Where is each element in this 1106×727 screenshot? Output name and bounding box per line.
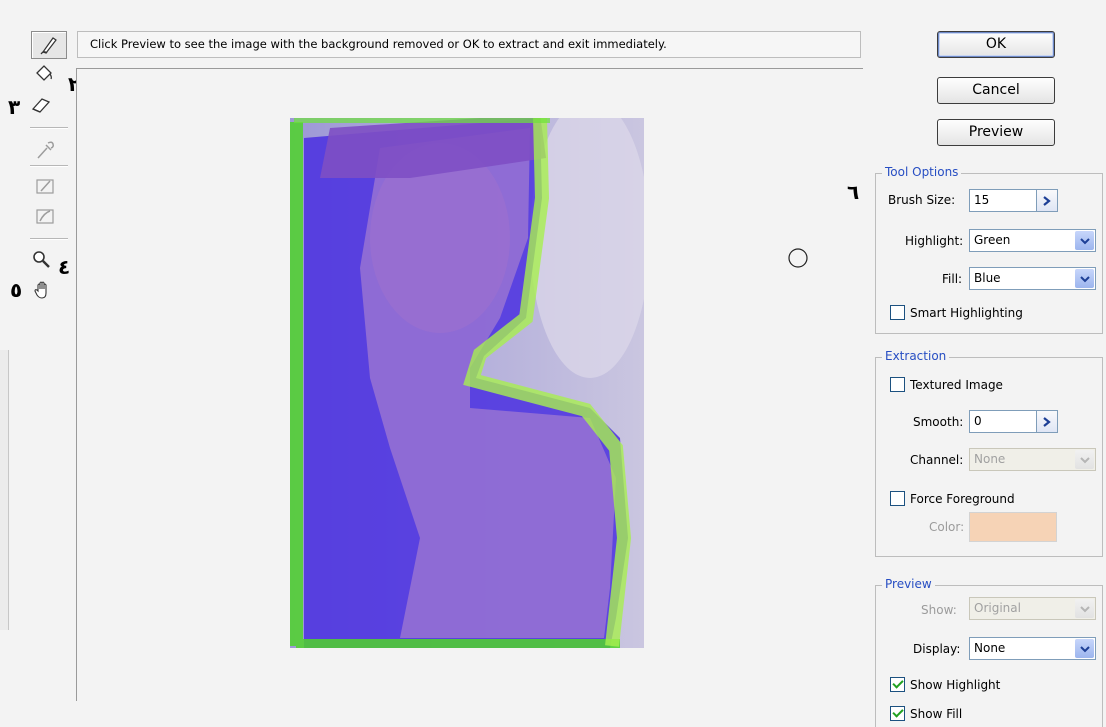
edge-touchup-icon [36,209,54,224]
chevron-right-icon [1043,416,1051,427]
cleanup-tool-icon [36,179,54,194]
chevron-down-icon [1079,456,1090,463]
left-panel-edge [0,350,9,630]
chevron-down-icon [1079,237,1090,244]
hand-icon [34,281,47,299]
chevron-down-icon [1079,605,1090,612]
brush-cursor-icon [788,248,808,268]
fill-select[interactable]: Blue [969,267,1096,290]
preview-title: Preview [882,577,935,591]
display-label: Display: [913,642,961,656]
fill-label: Fill: [942,272,963,286]
smart-highlighting-label[interactable]: Smart Highlighting [910,306,1023,320]
force-foreground-label[interactable]: Force Foreground [910,492,1015,506]
chevron-right-icon [1043,195,1051,206]
edge-highlighter-icon [40,37,57,55]
extracted-photo [290,118,644,648]
foreground-color-swatch[interactable] [969,512,1057,542]
display-select[interactable]: None [969,637,1096,660]
eraser-icon [31,98,51,113]
toolbar-divider [30,127,68,129]
highlight-select[interactable]: Green [969,229,1096,252]
show-label: Show: [921,603,957,617]
smooth-input[interactable]: 0 [969,410,1037,433]
show-select[interactable]: Original [969,597,1096,620]
show-fill-label[interactable]: Show Fill [910,707,962,721]
edge-highlighter-tool[interactable] [31,31,67,59]
zoom-tool[interactable] [24,246,58,272]
extraction-title: Extraction [882,349,950,363]
channel-dropdown-button[interactable] [1075,450,1094,469]
show-select-value: Original [974,601,1021,615]
preview-button[interactable]: Preview [937,119,1055,146]
tool-options-title: Tool Options [882,165,962,179]
textured-image-label[interactable]: Textured Image [910,378,1003,392]
eraser-tool[interactable] [24,92,58,118]
textured-image-checkbox[interactable] [890,377,905,392]
zoom-icon [33,251,50,268]
fill-bucket-icon [36,65,52,81]
display-select-value: None [974,641,1006,655]
highlight-dropdown-button[interactable] [1075,231,1094,250]
fill-tool[interactable] [27,60,61,86]
ok-button[interactable]: OK [937,31,1055,58]
fill-dropdown-button[interactable] [1075,269,1094,288]
smooth-arrow-button[interactable] [1036,410,1058,433]
channel-select-value: None [974,452,1006,466]
annotation-number-6: ٦ [847,180,860,204]
show-highlight-label[interactable]: Show Highlight [910,678,1000,692]
toolbar-divider [30,238,68,240]
annotation-number-5: ٥ [10,278,23,302]
toolbar-divider [30,165,68,167]
annotation-number-3: ٣ [8,95,21,119]
highlight-label: Highlight: [905,234,964,248]
color-label: Color: [929,520,965,534]
brush-size-arrow-button[interactable] [1036,189,1058,212]
smooth-label: Smooth: [913,415,964,429]
cleanup-tool[interactable] [28,173,62,199]
show-dropdown-button[interactable] [1075,599,1094,618]
highlight-select-value: Green [974,233,1011,247]
brush-size-input[interactable]: 15 [969,189,1037,212]
force-foreground-checkbox[interactable] [890,491,905,506]
show-highlight-checkbox[interactable] [890,677,905,692]
eyedropper-tool[interactable] [28,137,62,163]
display-dropdown-button[interactable] [1075,639,1094,658]
cancel-button[interactable]: Cancel [937,77,1055,104]
brush-size-label: Brush Size: [888,193,956,207]
hand-tool[interactable] [26,277,60,303]
eyedropper-icon [37,141,54,159]
fill-select-value: Blue [974,271,1001,285]
channel-select[interactable]: None [969,448,1096,471]
edge-touchup-tool[interactable] [28,203,62,229]
annotation-number-4: ٤ [58,255,71,279]
channel-label: Channel: [910,453,964,467]
image-preview[interactable] [290,118,644,648]
chevron-down-icon [1079,275,1090,282]
smart-highlighting-checkbox[interactable] [890,305,905,320]
show-fill-checkbox[interactable] [890,706,905,721]
instruction-text: Click Preview to see the image with the … [77,31,861,58]
chevron-down-icon [1079,645,1090,652]
